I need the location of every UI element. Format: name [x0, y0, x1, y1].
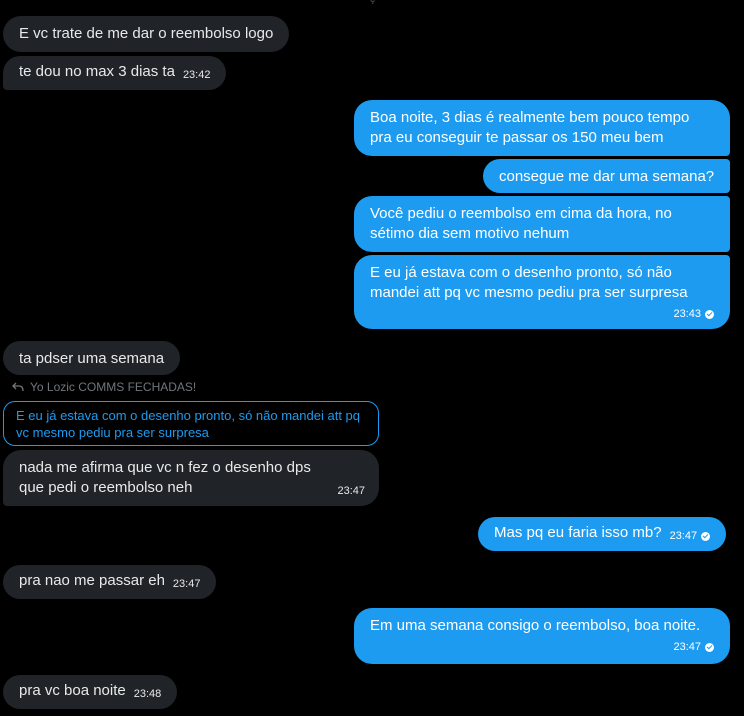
conversation: ç E vc trate de me dar o reembolso logo … [0, 0, 744, 716]
message-time: 23:42 [182, 69, 211, 81]
message-incoming[interactable]: pra nao me passar eh 23:47 [3, 565, 217, 599]
message-time: 23:43 [673, 307, 714, 321]
message-text: Boa noite, 3 dias é realmente bem pouco … [370, 109, 690, 146]
read-check-icon [705, 642, 714, 652]
message-time: 23:47 [337, 485, 365, 497]
message-text: E eu já estava com o desenho pronto, só … [370, 264, 688, 301]
reply-header: Yo Lozic COMMS FECHADAS! [12, 380, 196, 394]
message-outgoing[interactable]: Em uma semana consigo o reembolso, boa n… [354, 608, 730, 664]
message-outgoing[interactable]: consegue me dar uma semana? [483, 159, 731, 193]
time-value: 23:47 [673, 641, 701, 653]
message-text: Em uma semana consigo o reembolso, boa n… [370, 617, 701, 634]
message-text: te dou no max 3 dias ta [19, 63, 175, 80]
time-value: 23:43 [673, 308, 701, 320]
message-text: pra vc boa noite [19, 682, 126, 699]
message-text: E vc trate de me dar o reembolso logo [19, 25, 274, 42]
message-incoming[interactable]: ta pdser uma semana [3, 341, 181, 375]
time-value: 23:47 [669, 530, 698, 542]
message-time: 23:48 [133, 688, 162, 700]
message-outgoing[interactable]: Boa noite, 3 dias é realmente bem pouco … [354, 100, 730, 156]
message-text: Mas pq eu faria isso mb? [494, 524, 662, 541]
message-time: 23:47 [172, 578, 201, 590]
message-time: 23:47 [673, 640, 714, 654]
message-time: 23:47 [670, 529, 711, 543]
message-incoming[interactable]: E vc trate de me dar o reembolso logo [3, 16, 290, 52]
message-text: Você pediu o reembolso em cima da hora, … [370, 205, 672, 242]
reply-arrow-icon [12, 382, 24, 392]
message-incoming[interactable]: te dou no max 3 dias ta 23:42 [3, 56, 227, 90]
message-text: consegue me dar uma semana? [499, 168, 715, 185]
message-text: nada me afirma que vc n fez o desenho dp… [19, 459, 311, 496]
quoted-text: E eu já estava com o desenho pronto, só … [16, 408, 361, 440]
message-text: pra nao me passar eh [19, 572, 165, 589]
reply-header-text: Yo Lozic COMMS FECHADAS! [30, 380, 197, 394]
message-outgoing[interactable]: Você pediu o reembolso em cima da hora, … [354, 196, 730, 252]
quoted-message[interactable]: E eu já estava com o desenho pronto, só … [3, 401, 379, 446]
message-incoming[interactable]: pra vc boa noite 23:48 [3, 675, 178, 709]
message-incoming[interactable]: nada me afirma que vc n fez o desenho dp… [3, 450, 379, 506]
message-outgoing[interactable]: Mas pq eu faria isso mb? 23:47 [478, 517, 727, 551]
message-outgoing[interactable]: E eu já estava com o desenho pronto, só … [354, 255, 730, 329]
read-check-icon [701, 531, 711, 541]
message-text: ta pdser uma semana [19, 350, 165, 367]
read-check-icon [705, 309, 714, 319]
